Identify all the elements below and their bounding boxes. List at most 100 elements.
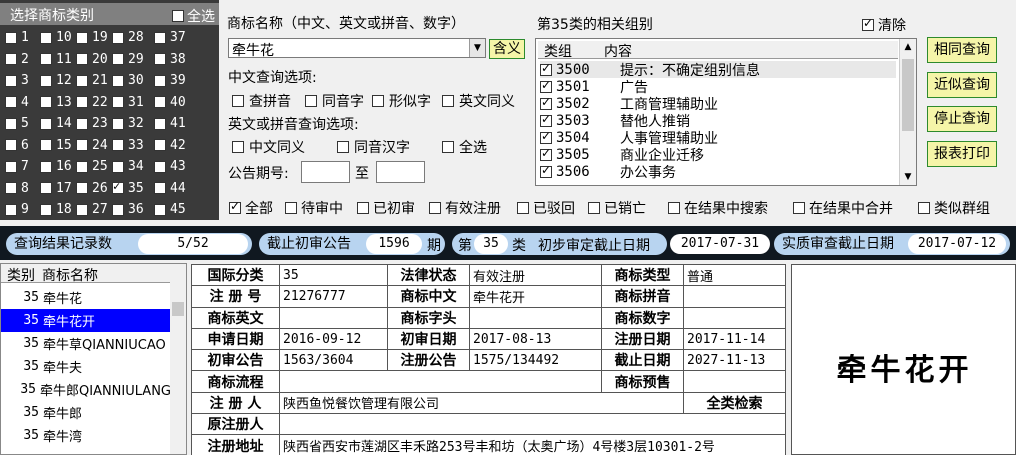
filter-checkbox[interactable] xyxy=(429,202,441,214)
cn-option-checkbox[interactable] xyxy=(442,95,454,107)
category-checkbox[interactable] xyxy=(40,53,52,65)
category-checkbox[interactable] xyxy=(5,117,17,130)
en-option-2[interactable]: 全选 xyxy=(442,137,487,157)
category-11[interactable]: 11 xyxy=(40,52,72,67)
category-checkbox[interactable] xyxy=(112,160,124,173)
category-2[interactable]: 2 xyxy=(5,52,29,67)
category-checkbox[interactable] xyxy=(5,139,17,151)
scroll-up-icon[interactable]: ▲ xyxy=(900,39,916,55)
category-checkbox[interactable] xyxy=(112,179,124,194)
result-scroll-thumb[interactable] xyxy=(172,302,184,316)
category-checkbox[interactable] xyxy=(112,31,124,44)
filter-4[interactable]: 已驳回 xyxy=(517,198,575,218)
category-36[interactable]: 36 xyxy=(112,202,144,217)
category-checkbox[interactable] xyxy=(5,203,17,216)
category-31[interactable]: 31 xyxy=(112,95,144,110)
category-43[interactable]: 43 xyxy=(154,159,186,174)
category-18[interactable]: 18 xyxy=(40,202,72,217)
category-checkbox[interactable] xyxy=(76,139,88,151)
category-23[interactable]: 23 xyxy=(76,116,108,131)
category-19[interactable]: 19 xyxy=(76,30,108,45)
result-row[interactable]: 35 牵牛花 xyxy=(1,286,171,309)
category-checkbox[interactable] xyxy=(154,203,166,216)
category-7[interactable]: 7 xyxy=(5,159,29,174)
all-class-search-link[interactable]: 全类检索 xyxy=(683,391,786,415)
group-row[interactable]: 3504人事管理辅助业 xyxy=(540,129,896,147)
category-40[interactable]: 40 xyxy=(154,95,186,110)
result-list[interactable]: 类别 商标名称 35 牵牛花 35 牵牛花开 35 牵牛草QIANNIUCAO 35 牵牛夫 3… xyxy=(0,263,187,455)
category-checkbox[interactable] xyxy=(76,117,88,130)
category-15[interactable]: 15 xyxy=(40,138,72,153)
category-22[interactable]: 22 xyxy=(76,95,108,110)
category-checkbox[interactable] xyxy=(154,74,166,87)
cn-option-checkbox[interactable] xyxy=(305,95,317,107)
category-21[interactable]: 21 xyxy=(76,73,108,88)
chevron-down-icon[interactable]: ▼ xyxy=(469,39,485,57)
issue-from-input[interactable] xyxy=(301,161,350,183)
filter-7[interactable]: 在结果中合并 xyxy=(793,198,893,218)
category-32[interactable]: 32 xyxy=(112,116,144,131)
category-checkbox[interactable] xyxy=(76,203,88,216)
trademark-name-select[interactable]: 牵牛花 ▼ xyxy=(228,38,486,59)
cn-option-1[interactable]: 同音字 xyxy=(305,91,364,111)
en-option-0[interactable]: 中文同义 xyxy=(232,137,305,157)
en-option-checkbox[interactable] xyxy=(232,141,244,153)
category-14[interactable]: 14 xyxy=(40,116,72,131)
filter-8[interactable]: 类似群组 xyxy=(918,198,990,218)
category-checkbox[interactable] xyxy=(76,74,88,87)
category-checkbox[interactable] xyxy=(76,182,88,194)
filter-checkbox[interactable] xyxy=(517,202,529,214)
group-scrollbar[interactable]: ▲ ▼ xyxy=(899,39,916,185)
category-checkbox[interactable] xyxy=(40,96,52,108)
category-25[interactable]: 25 xyxy=(76,159,108,174)
category-checkbox[interactable] xyxy=(40,139,52,151)
en-option-checkbox[interactable] xyxy=(442,141,454,153)
filter-checkbox[interactable] xyxy=(918,202,930,214)
category-checkbox[interactable] xyxy=(112,96,124,108)
scroll-down-icon[interactable]: ▼ xyxy=(900,169,916,185)
category-checkbox[interactable] xyxy=(154,160,166,173)
group-row-checkbox[interactable] xyxy=(540,112,552,127)
category-16[interactable]: 16 xyxy=(40,159,72,174)
category-17[interactable]: 17 xyxy=(40,181,72,196)
group-row-checkbox[interactable] xyxy=(540,163,552,178)
category-checkbox[interactable] xyxy=(5,74,17,87)
category-9[interactable]: 9 xyxy=(5,202,29,217)
category-6[interactable]: 6 xyxy=(5,138,29,153)
category-35[interactable]: 35 xyxy=(112,179,144,196)
category-4[interactable]: 4 xyxy=(5,95,29,110)
category-34[interactable]: 34 xyxy=(112,159,144,174)
category-38[interactable]: 38 xyxy=(154,52,186,67)
select-all-checkbox[interactable] xyxy=(172,10,184,22)
category-3[interactable]: 3 xyxy=(5,73,29,88)
category-checkbox[interactable] xyxy=(5,160,17,173)
category-10[interactable]: 10 xyxy=(40,30,72,45)
category-checkbox[interactable] xyxy=(76,53,88,65)
category-13[interactable]: 13 xyxy=(40,95,72,110)
result-row[interactable]: 35 牵牛郎QIANNIULANG xyxy=(1,378,171,401)
similar-query-button[interactable]: 近似查询 xyxy=(927,72,997,98)
category-select-all[interactable]: 全选 xyxy=(172,6,215,26)
category-41[interactable]: 41 xyxy=(154,116,186,131)
group-row-checkbox[interactable] xyxy=(540,129,552,144)
category-checkbox[interactable] xyxy=(112,139,124,151)
en-option-checkbox[interactable] xyxy=(337,141,349,153)
result-row[interactable]: 35 牵牛花开 xyxy=(1,309,171,332)
category-checkbox[interactable] xyxy=(154,53,166,65)
group-row[interactable]: 3500提示：不确定组别信息 xyxy=(540,61,896,79)
result-row[interactable]: 35 牵牛夫 xyxy=(1,355,171,378)
group-listbox[interactable]: 类组 内容 3500提示：不确定组别信息3501广告3502工商管理辅助业350… xyxy=(535,38,917,186)
category-checkbox[interactable] xyxy=(5,182,17,194)
cn-option-checkbox[interactable] xyxy=(372,95,384,107)
category-29[interactable]: 29 xyxy=(112,52,144,67)
group-row-checkbox[interactable] xyxy=(540,61,552,76)
category-checkbox[interactable] xyxy=(112,53,124,65)
category-checkbox[interactable] xyxy=(40,182,52,194)
category-33[interactable]: 33 xyxy=(112,138,144,153)
result-row[interactable]: 35 牵牛草QIANNIUCAO xyxy=(1,332,171,355)
group-row-checkbox[interactable] xyxy=(540,78,552,93)
category-checkbox[interactable] xyxy=(76,160,88,173)
filter-checkbox[interactable] xyxy=(357,202,369,214)
category-44[interactable]: 44 xyxy=(154,181,186,196)
filter-checkbox[interactable] xyxy=(229,199,241,214)
